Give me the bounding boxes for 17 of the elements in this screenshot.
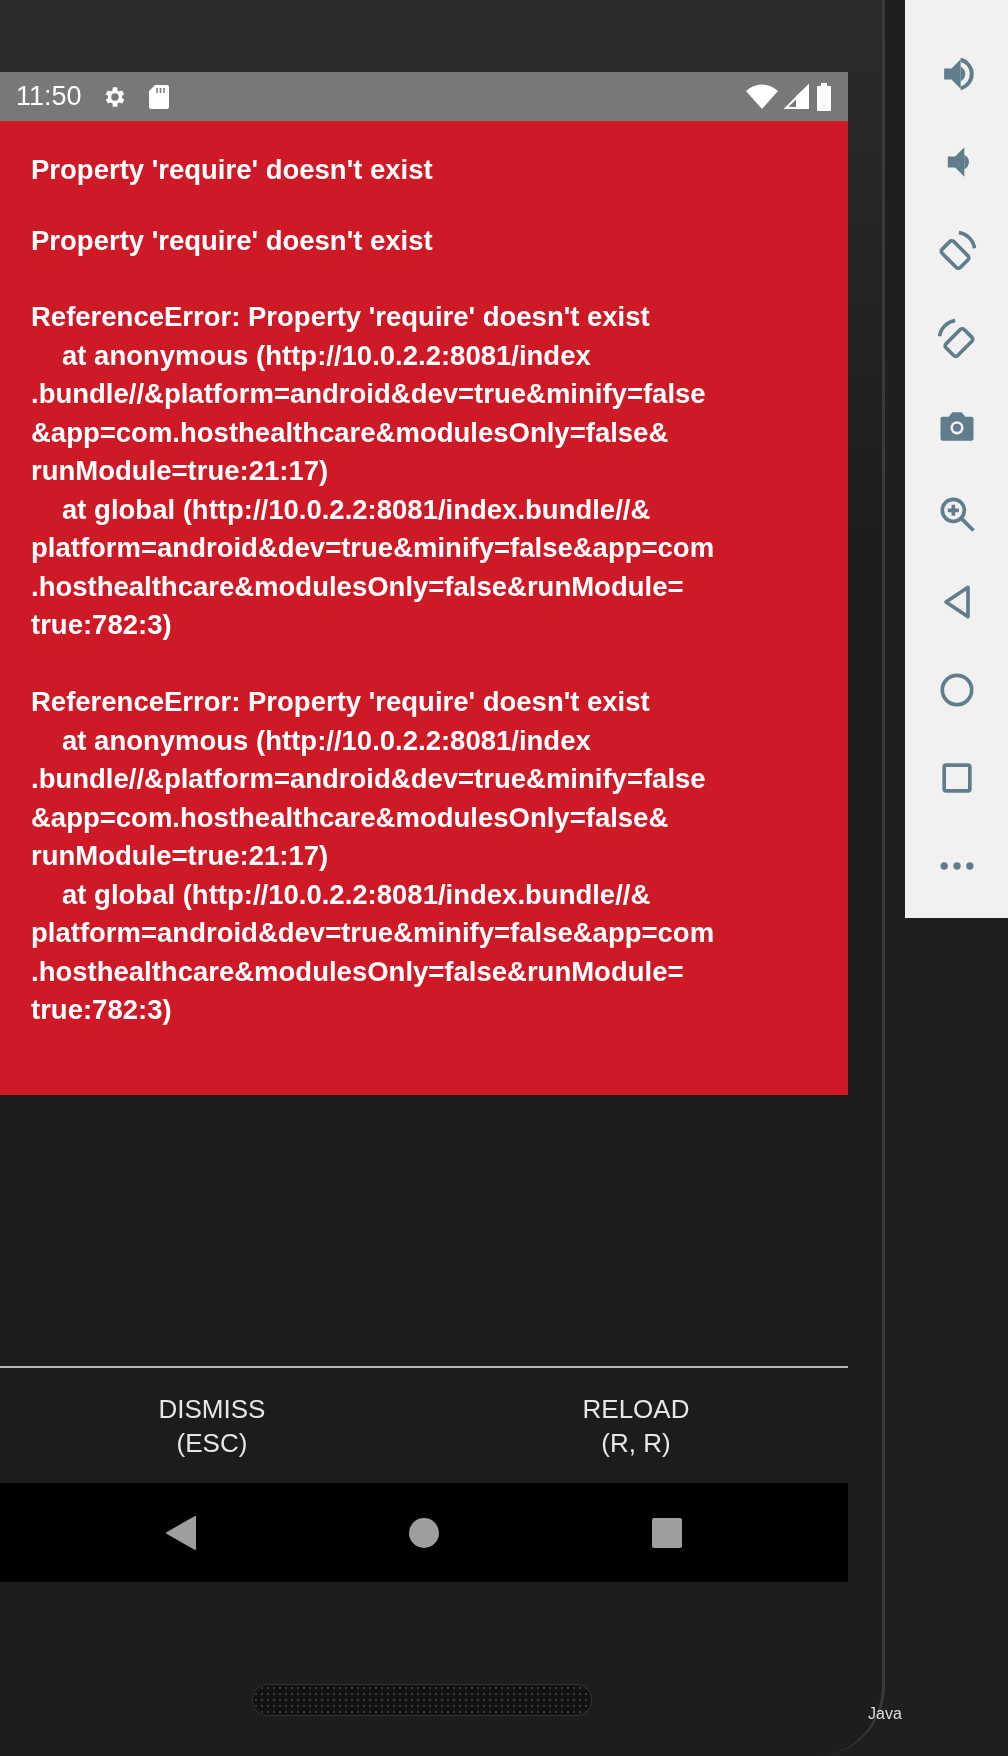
battery-icon [816, 82, 832, 111]
error-message: ReferenceError: Property 'require' doesn't exist [31, 300, 651, 334]
sd-card-icon [147, 83, 170, 110]
error-message: Property 'require' doesn't exist [31, 223, 434, 258]
back-icon[interactable] [165, 1515, 198, 1550]
overview-icon[interactable] [650, 1516, 683, 1549]
stack-frame: at global (http://10.0.2.2:8081/index.bundle//& platform=android&dev=true&minify=false&app=com .hosthealthcare&modulesOnly=false&runModule= true:782:3) [31, 875, 838, 1030]
stack-frame: at anonymous (http://10.0.2.2:8081/index .bundle//&platform=android&dev=true&minify=false &app=com.hosthealthcare&modulesOnly=false& runModule=true:21:17) [31, 336, 838, 491]
home-icon[interactable] [408, 1516, 440, 1549]
stack-frame: at anonymous (http://10.0.2.2:8081/index .bundle//&platform=android&dev=true&minify=false &app=com.hosthealthcare&modulesOnly=false& runModule=true:21:17) [31, 721, 838, 876]
error-message: ReferenceError: Property 'require' doesn't exist [31, 685, 651, 719]
wifi-icon [746, 83, 778, 110]
status-time: 11:50 [16, 81, 82, 112]
signal-icon [784, 83, 810, 110]
background-label: Java [868, 1705, 902, 1723]
stack-frame: at global (http://10.0.2.2:8081/index.bundle//& platform=android&dev=true&minify=false&app=com .hosthealthcare&modulesOnly=false&runModule= true:782:3) [31, 490, 838, 645]
error-message: Property 'require' doesn't exist [31, 153, 434, 187]
